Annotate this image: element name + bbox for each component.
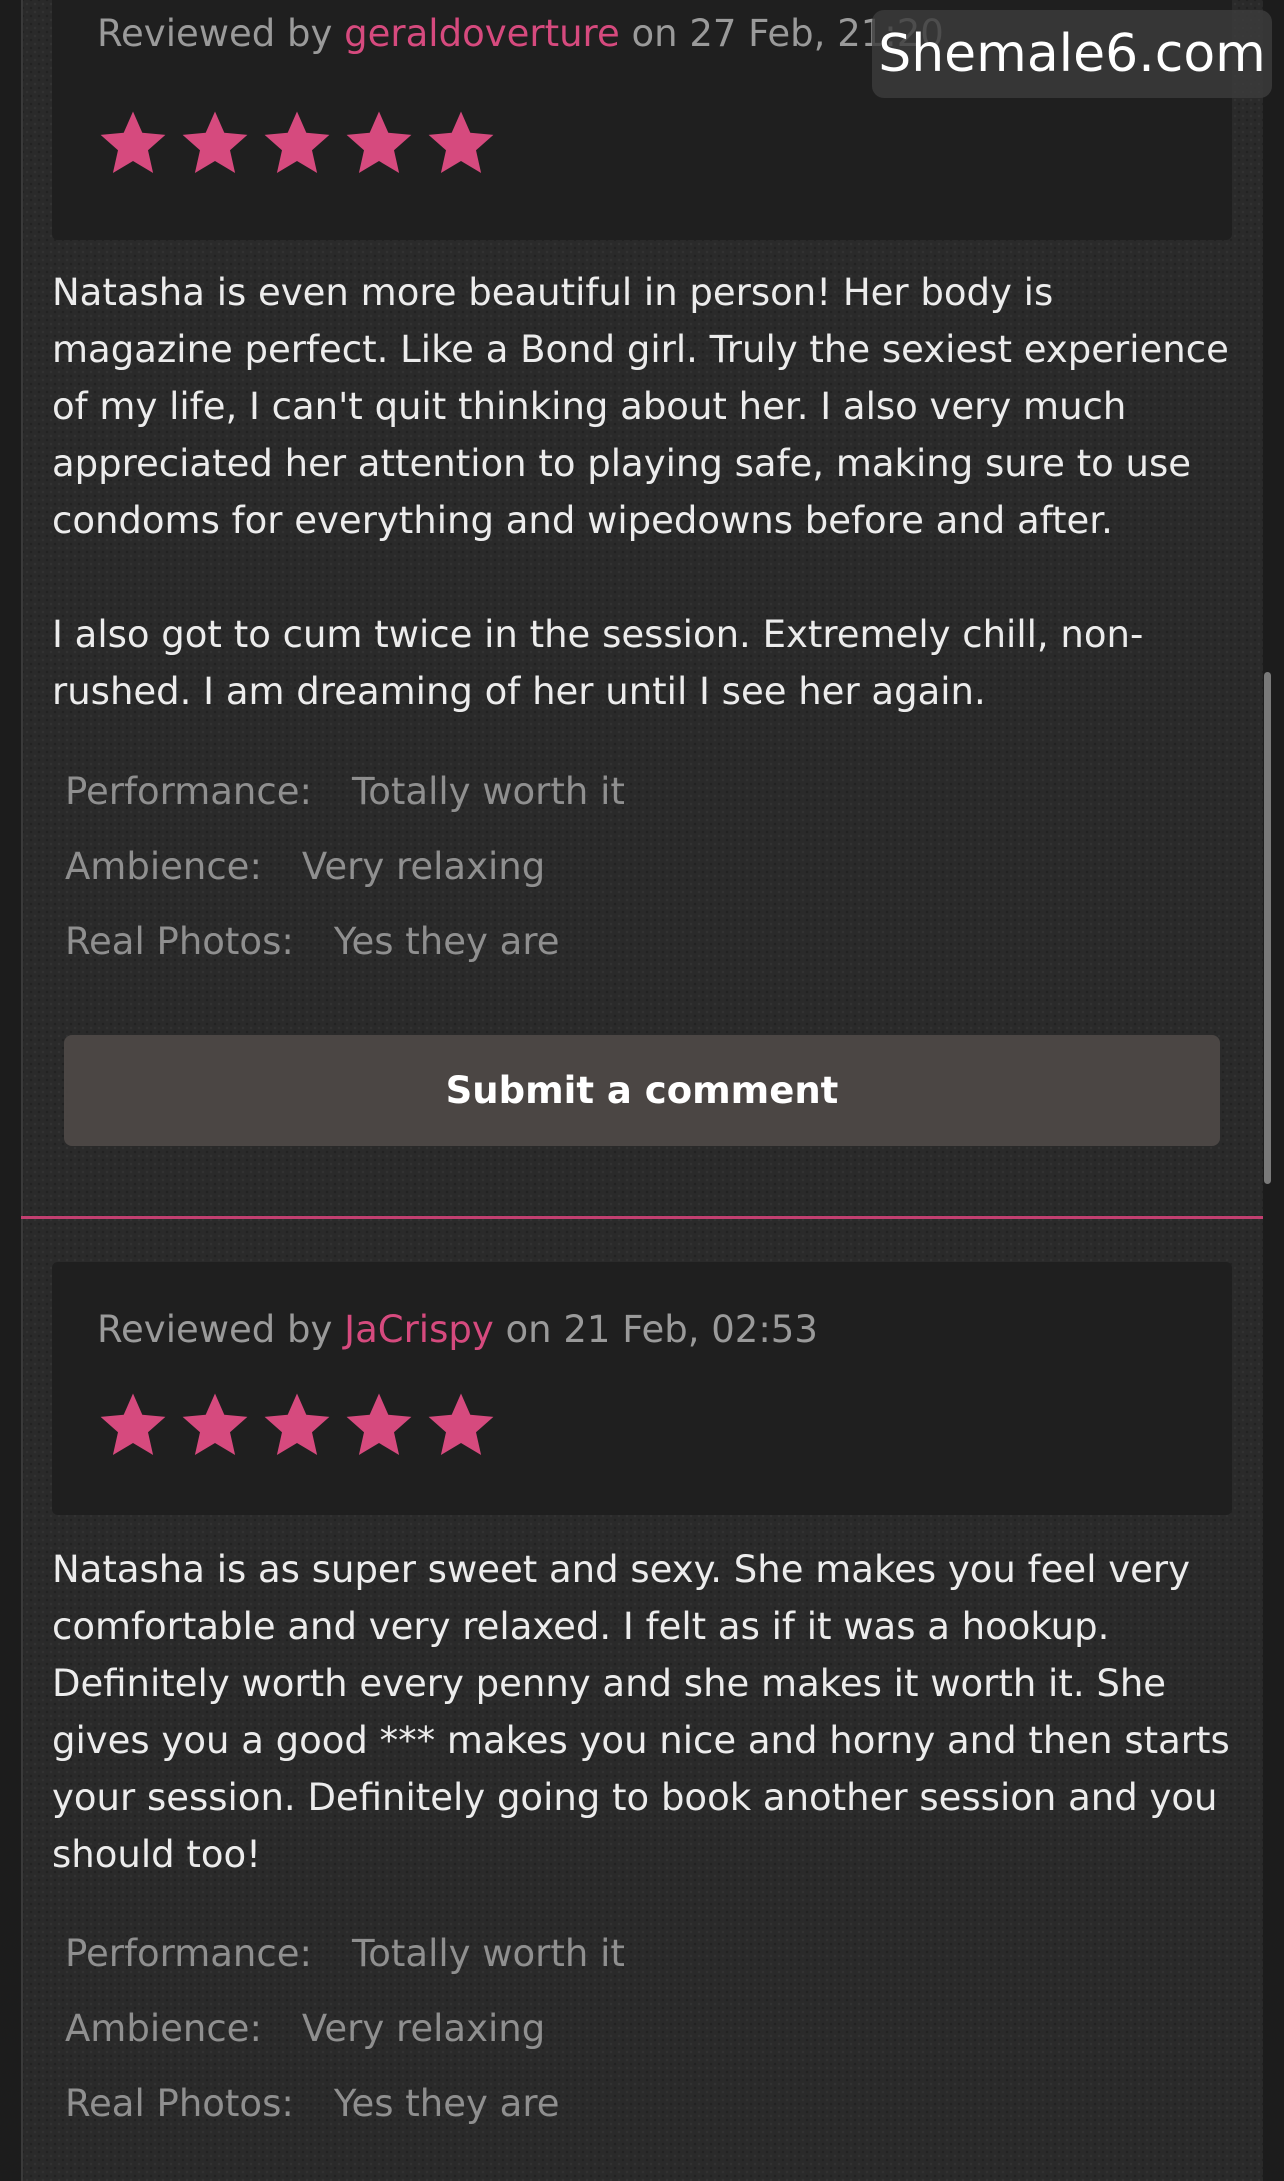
rating-value: Very relaxing <box>301 845 546 888</box>
rating-value: Very relaxing <box>301 2007 546 2050</box>
review-divider <box>21 1216 1263 1219</box>
submit-comment-button[interactable]: Submit a comment <box>64 1035 1220 1146</box>
star-icon <box>97 107 169 179</box>
review-text: Natasha is as super sweet and sexy. She … <box>52 1541 1242 1883</box>
rating-label: Real Photos: <box>65 2082 294 2125</box>
review-meta: Reviewed by geraldoverture on 27 Feb, 21… <box>97 12 944 55</box>
rating-value: Yes they are <box>333 2082 560 2125</box>
rating-ambience: Ambience: Very relaxing <box>65 2007 545 2050</box>
star-icon <box>343 107 415 179</box>
rating-label: Ambience: <box>65 845 262 888</box>
rating-real-photos: Real Photos: Yes they are <box>65 2082 560 2125</box>
star-icon <box>343 1389 415 1461</box>
star-rating <box>97 1389 497 1461</box>
review-text: Natasha is even more beautiful in person… <box>52 264 1242 720</box>
rating-real-photos: Real Photos: Yes they are <box>65 920 560 963</box>
reviewer-name-link[interactable]: geraldoverture <box>344 12 620 55</box>
rating-value: Yes they are <box>333 920 560 963</box>
rating-performance: Performance: Totally worth it <box>65 1932 625 1975</box>
rating-label: Performance: <box>65 770 312 813</box>
site-watermark: Shemale6.com <box>872 10 1272 98</box>
star-icon <box>261 1389 333 1461</box>
rating-value: Totally worth it <box>351 770 625 813</box>
star-rating <box>97 107 497 179</box>
review-meta: Reviewed by JaCrispy on 21 Feb, 02:53 <box>97 1308 818 1351</box>
review-paragraph: I also got to cum twice in the session. … <box>52 613 1144 713</box>
star-icon <box>97 1389 169 1461</box>
rating-label: Real Photos: <box>65 920 294 963</box>
star-icon <box>179 1389 251 1461</box>
star-icon <box>261 107 333 179</box>
review-date: on 21 Feb, 02:53 <box>505 1308 818 1351</box>
vertical-scrollbar[interactable] <box>1264 672 1271 1184</box>
reviewed-by-label: Reviewed by <box>97 12 333 55</box>
review-paragraph: Natasha is as super sweet and sexy. She … <box>52 1548 1230 1876</box>
review-paragraph: Natasha is even more beautiful in person… <box>52 271 1229 542</box>
reviewer-name-link[interactable]: JaCrispy <box>344 1308 494 1351</box>
rating-label: Performance: <box>65 1932 312 1975</box>
rating-performance: Performance: Totally worth it <box>65 770 625 813</box>
rating-label: Ambience: <box>65 2007 262 2050</box>
rating-ambience: Ambience: Very relaxing <box>65 845 545 888</box>
star-icon <box>425 1389 497 1461</box>
reviewed-by-label: Reviewed by <box>97 1308 333 1351</box>
rating-value: Totally worth it <box>351 1932 625 1975</box>
star-icon <box>425 107 497 179</box>
star-icon <box>179 107 251 179</box>
review-header: Reviewed by JaCrispy on 21 Feb, 02:53 <box>52 1262 1232 1515</box>
